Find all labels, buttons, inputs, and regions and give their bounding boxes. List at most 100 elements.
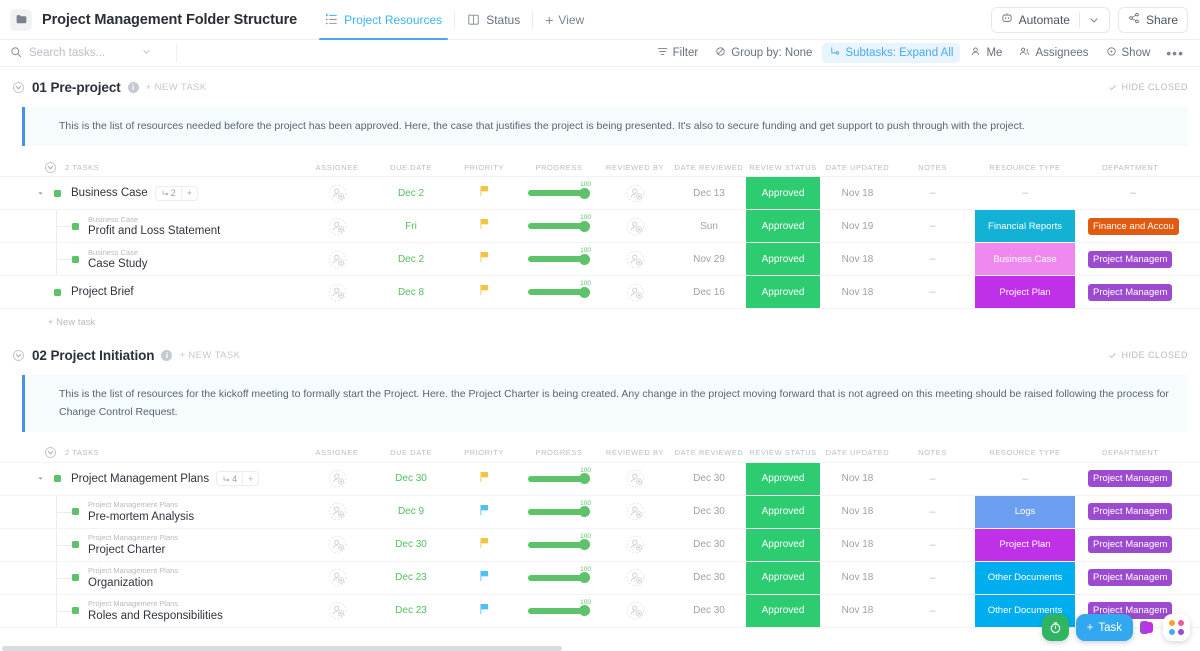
review-status-cell[interactable]: Approved: [746, 243, 820, 276]
date-reviewed-cell[interactable]: Dec 30: [672, 496, 746, 528]
task-name[interactable]: Business Case: [71, 187, 148, 199]
resource-type-cell[interactable]: Project Plan: [975, 528, 1075, 561]
task-name-cell[interactable]: Business Case 2 +: [0, 177, 300, 209]
header-progress[interactable]: PROGRESS: [520, 163, 598, 172]
header-department[interactable]: DEPARTMENT: [1080, 448, 1200, 457]
more-options-button[interactable]: •••: [1160, 45, 1190, 61]
notes-cell[interactable]: –: [895, 210, 970, 242]
progress-cell[interactable]: 100: [520, 562, 598, 594]
header-date-updated[interactable]: DATE UPDATED: [820, 448, 895, 457]
status-square[interactable]: [72, 508, 79, 516]
department-chip[interactable]: Project Managem: [1088, 250, 1173, 268]
group-collapse-chevron-icon[interactable]: [44, 161, 57, 174]
date-updated-cell[interactable]: Nov 18: [820, 177, 895, 209]
department-chip[interactable]: Project Managem: [1088, 536, 1173, 554]
notes-cell[interactable]: –: [895, 243, 970, 275]
notes-cell[interactable]: –: [895, 496, 970, 528]
reviewed-by-cell[interactable]: [598, 276, 672, 308]
review-status-cell[interactable]: Approved: [746, 495, 820, 528]
header-notes[interactable]: NOTES: [895, 448, 970, 457]
header-resource-type[interactable]: RESOURCE TYPE: [970, 163, 1080, 172]
progress-bar[interactable]: 100: [528, 599, 591, 617]
assignee-cell[interactable]: [300, 463, 374, 495]
due-date-cell[interactable]: Dec 30: [374, 463, 448, 495]
hide-closed-toggle[interactable]: HIDE CLOSED: [1108, 82, 1188, 92]
priority-cell[interactable]: [448, 529, 520, 561]
task-name-cell[interactable]: Project Management Plans Pre-mortem Analy…: [0, 495, 300, 528]
apps-grid-button[interactable]: [1163, 614, 1190, 641]
progress-cell[interactable]: 100: [520, 276, 598, 308]
list-body[interactable]: 01 Pre-project i + NEW TASK HIDE CLOSED This…: [0, 67, 1200, 651]
chevron-down-icon[interactable]: [1078, 11, 1100, 28]
group-by-button[interactable]: Group by: None: [708, 43, 819, 63]
new-task-button[interactable]: + Task: [1075, 614, 1133, 641]
me-filter-button[interactable]: Me: [963, 43, 1009, 63]
header-department[interactable]: DEPARTMENT: [1080, 163, 1200, 172]
department-chip[interactable]: Project Managem: [1088, 470, 1173, 488]
priority-cell[interactable]: [448, 463, 520, 495]
date-reviewed-cell[interactable]: Dec 30: [672, 595, 746, 627]
progress-bar[interactable]: 100: [528, 533, 591, 551]
stacked-chips[interactable]: [1140, 614, 1156, 641]
priority-cell[interactable]: [448, 562, 520, 594]
resource-type-cell[interactable]: Project Plan: [975, 276, 1075, 309]
status-square[interactable]: [54, 288, 61, 296]
table-row[interactable]: Business Case 2 + Dec 2 100 Dec 13 Approved Nov…: [0, 177, 1200, 211]
status-square[interactable]: [72, 607, 79, 615]
assignee-cell[interactable]: [300, 529, 374, 561]
notes-cell[interactable]: –: [895, 562, 970, 594]
header-progress[interactable]: PROGRESS: [520, 448, 598, 457]
progress-bar[interactable]: 100: [528, 181, 591, 199]
section-new-task-button[interactable]: + NEW TASK: [146, 82, 207, 93]
header-reviewed-by[interactable]: REVIEWED BY: [598, 163, 672, 172]
progress-cell[interactable]: 100: [520, 529, 598, 561]
progress-bar[interactable]: 100: [528, 247, 591, 265]
subtask-count-chip[interactable]: 4 +: [216, 471, 260, 487]
expand-chevron-icon[interactable]: [34, 474, 46, 483]
date-updated-cell[interactable]: Nov 18: [820, 529, 895, 561]
assignee-cell[interactable]: [300, 595, 374, 627]
priority-cell[interactable]: [448, 276, 520, 308]
resource-type-col[interactable]: Other Documents: [970, 561, 1080, 594]
timer-button[interactable]: [1041, 614, 1069, 641]
priority-cell[interactable]: [448, 177, 520, 209]
assignee-cell[interactable]: [300, 496, 374, 528]
task-name-cell[interactable]: Project Management Plans Roles and Respon…: [0, 594, 300, 627]
date-reviewed-cell[interactable]: Dec 30: [672, 463, 746, 495]
task-name[interactable]: Project Charter: [88, 544, 178, 556]
resource-type-col[interactable]: –: [970, 463, 1080, 495]
status-square[interactable]: [72, 541, 79, 549]
expand-chevron-icon[interactable]: [34, 189, 46, 198]
horizontal-scrollbar[interactable]: [0, 646, 1200, 651]
info-icon[interactable]: i: [127, 81, 139, 93]
header-review-status[interactable]: REVIEW STATUS: [746, 163, 820, 172]
date-updated-cell[interactable]: Nov 18: [820, 463, 895, 495]
department-cell[interactable]: Project Managem: [1080, 496, 1200, 528]
date-updated-cell[interactable]: Nov 18: [820, 496, 895, 528]
review-status-cell[interactable]: Approved: [746, 561, 820, 594]
date-reviewed-cell[interactable]: Dec 30: [672, 529, 746, 561]
department-cell[interactable]: Project Managem: [1080, 276, 1200, 308]
due-date-cell[interactable]: Dec 23: [374, 562, 448, 594]
date-reviewed-cell[interactable]: Nov 29: [672, 243, 746, 275]
review-status-cell[interactable]: Approved: [746, 528, 820, 561]
resource-type-col[interactable]: Logs: [970, 495, 1080, 528]
date-updated-cell[interactable]: Nov 18: [820, 243, 895, 275]
task-name[interactable]: Roles and Responsibilities: [88, 610, 223, 622]
department-cell[interactable]: Project Managem: [1080, 463, 1200, 495]
group-collapse-chevron-icon[interactable]: [44, 446, 57, 459]
search-task-container[interactable]: [10, 40, 170, 66]
notes-cell[interactable]: –: [895, 276, 970, 308]
resource-type-cell[interactable]: –: [970, 177, 1080, 209]
task-name-cell[interactable]: Project Management Plans Project Charter: [0, 528, 300, 561]
due-date-cell[interactable]: Fri: [374, 210, 448, 242]
resource-type-cell[interactable]: Logs: [975, 495, 1075, 528]
department-cell[interactable]: –: [1080, 177, 1200, 209]
resource-type-col[interactable]: Project Plan: [970, 276, 1080, 309]
share-button[interactable]: Share: [1117, 6, 1188, 33]
reviewed-by-cell[interactable]: [598, 496, 672, 528]
header-date-reviewed[interactable]: DATE REVIEWED: [672, 448, 746, 457]
assignee-cell[interactable]: [300, 276, 374, 308]
add-view-button[interactable]: + View: [533, 13, 596, 27]
priority-cell[interactable]: [448, 243, 520, 275]
